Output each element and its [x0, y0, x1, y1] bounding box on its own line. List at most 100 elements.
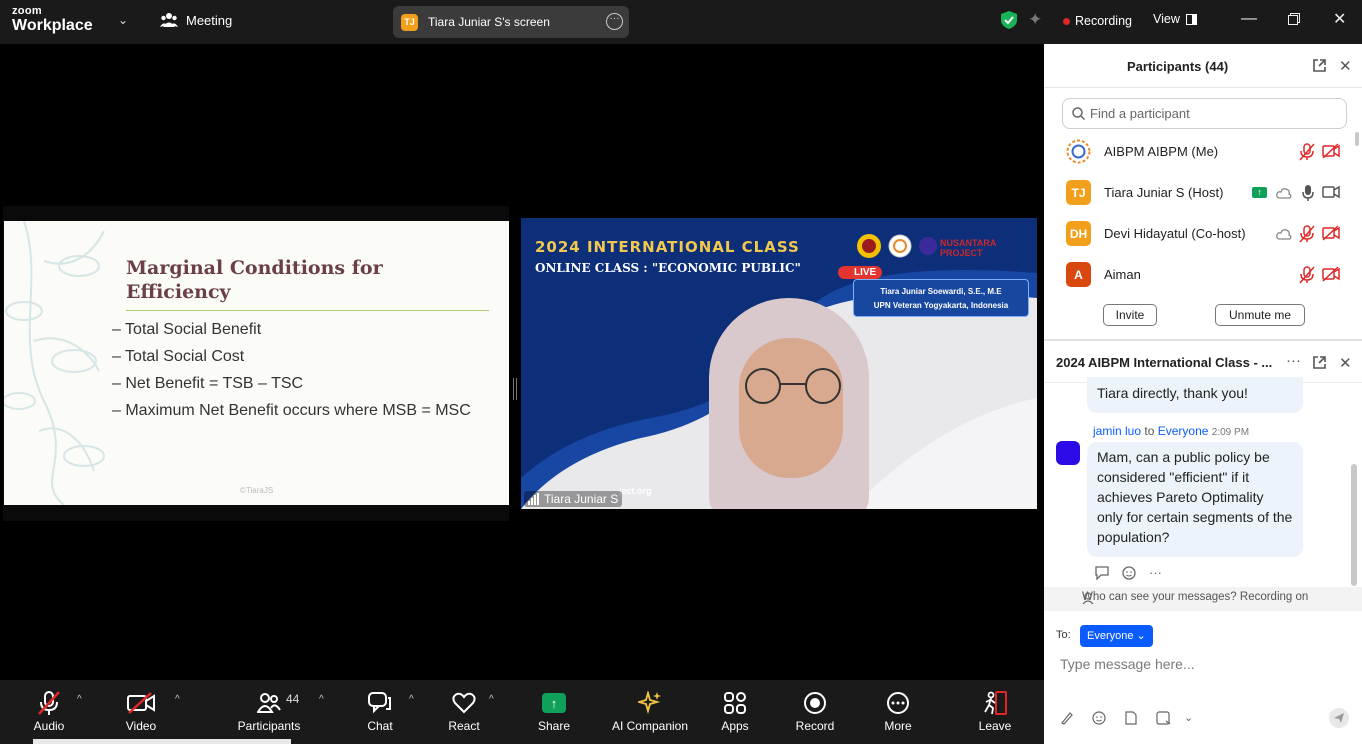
chat-message-text: Mam, can a public policy be considered "… [1097, 449, 1293, 545]
participant-name: Aiman [1104, 267, 1141, 282]
audio-options-chevron-icon[interactable]: ^ [77, 694, 82, 705]
speaker-video[interactable]: 2024 INTERNATIONAL CLASS ONLINE CLASS : … [521, 218, 1037, 509]
camera-off-icon[interactable] [1322, 266, 1340, 282]
signal-strength-icon [528, 493, 539, 505]
camera-off-icon[interactable] [1322, 143, 1340, 159]
unmute-me-button[interactable]: Unmute me [1215, 304, 1305, 326]
person-info-icon [1082, 592, 1094, 605]
participants-icon [257, 693, 281, 713]
pop-out-icon[interactable] [1312, 58, 1327, 73]
top-bar: zoom Workplace ⌄ Meeting TJ Tiara Juniar… [0, 0, 1362, 44]
camera-off-icon[interactable] [1322, 225, 1340, 241]
more-actions-icon[interactable]: ··· [1149, 565, 1162, 580]
participant-row[interactable]: A Aiman [1066, 262, 1356, 292]
slide-bullet: – Maximum Net Benefit occurs where MSB =… [112, 402, 471, 419]
send-icon[interactable] [1329, 708, 1349, 728]
zoom-logo[interactable]: zoom Workplace [12, 6, 93, 34]
camera-icon[interactable] [1322, 184, 1340, 200]
apps-label: Apps [721, 719, 749, 733]
chat-input-placeholder: Type message here... [1060, 656, 1195, 672]
record-icon [804, 692, 826, 714]
meeting-label: Meeting [186, 12, 233, 28]
more-button[interactable]: More [858, 688, 938, 733]
avatar [1056, 441, 1080, 465]
file-icon[interactable] [1125, 711, 1137, 725]
chat-icon [368, 692, 391, 714]
speaker-face [739, 338, 843, 478]
apps-button[interactable]: Apps [695, 688, 775, 733]
invite-button[interactable]: Invite [1103, 304, 1157, 326]
video-button[interactable]: Video [101, 688, 181, 733]
view-button[interactable]: View [1153, 12, 1197, 26]
mic-muted-icon[interactable] [1299, 143, 1315, 161]
share-screen-icon: ↑ [542, 693, 566, 713]
slide-title-line2: Efficiency [126, 281, 231, 303]
emoji-icon[interactable] [1092, 711, 1106, 725]
video-options-chevron-icon[interactable]: ^ [175, 694, 180, 705]
sharing-screen-icon: ↑ [1252, 187, 1267, 198]
speaker-name-card: Tiara Juniar Soewardi, S.E., M.E UPN Vet… [853, 279, 1029, 317]
add-reaction-icon[interactable] [1122, 565, 1137, 580]
participant-search-input[interactable]: Find a participant [1062, 98, 1347, 129]
close-panel-icon[interactable]: ✕ [1339, 57, 1352, 75]
security-shield-icon[interactable] [1001, 11, 1017, 29]
participants-options-chevron-icon[interactable]: ^ [319, 694, 324, 705]
ai-companion-button[interactable]: AI Companion [605, 688, 695, 733]
participant-row[interactable]: DH Devi Hidayatul (Co-host) [1066, 221, 1356, 251]
screen-share-indicator[interactable]: TJ Tiara Juniar S's screen ··· [393, 6, 629, 38]
sender-name[interactable]: jamin luo [1093, 424, 1141, 438]
view-layout-icon [1185, 13, 1197, 25]
chat-message-text: Tiara directly, thank you! [1097, 385, 1248, 401]
mic-muted-icon[interactable] [1299, 225, 1315, 243]
title-underline [126, 310, 489, 311]
more-label: More [884, 719, 912, 733]
more-icon[interactable]: ··· [606, 13, 623, 30]
minimize-icon[interactable]: — [1241, 10, 1257, 28]
mic-muted-icon[interactable] [1299, 266, 1315, 284]
recording-indicator[interactable]: Recording [1063, 14, 1132, 28]
chevron-down-icon[interactable]: ⌄ [118, 13, 128, 27]
chevron-down-icon[interactable]: ⌄ [1184, 711, 1193, 724]
chat-button[interactable]: Chat [340, 688, 420, 733]
reply-icon[interactable] [1094, 565, 1110, 580]
ai-sparkle-icon[interactable]: ✦ [1028, 10, 1042, 30]
leave-button[interactable]: Leave [955, 688, 1035, 733]
participant-row[interactable]: TJ Tiara Juniar S (Host) ↑ [1066, 180, 1356, 210]
close-icon[interactable]: ✕ [1333, 9, 1346, 29]
meeting-menu-button[interactable]: Meeting [160, 12, 232, 28]
live-badge: LIVE [838, 266, 883, 279]
record-button[interactable]: Record [775, 688, 855, 733]
mic-icon[interactable] [1302, 184, 1314, 202]
chat-scrollbar[interactable] [1351, 464, 1357, 586]
format-text-icon[interactable] [1060, 711, 1074, 725]
slide-decoration [4, 221, 105, 505]
sender-to: to [1144, 424, 1155, 438]
to-label: To: [1056, 629, 1071, 641]
logo-top-text: zoom [12, 5, 42, 17]
chat-more-icon[interactable]: ··· [1286, 352, 1301, 369]
participants-header: Participants (44) ✕ [1044, 44, 1362, 88]
participants-title: Participants (44) [1127, 59, 1229, 74]
cloud-recording-icon [1276, 229, 1292, 240]
recipient-name[interactable]: Everyone [1158, 424, 1209, 438]
chat-message[interactable]: Mam, can a public policy be considered "… [1087, 442, 1303, 557]
heart-icon [452, 692, 476, 714]
react-options-chevron-icon[interactable]: ^ [489, 694, 494, 705]
participant-row[interactable]: AIBPM AIBPM (Me) [1066, 139, 1356, 169]
participants-label: Participants [237, 719, 301, 733]
pop-out-icon[interactable] [1312, 355, 1327, 370]
speaker-card-name: Tiara Juniar Soewardi, S.E., M.E [880, 287, 1002, 296]
recipient-select[interactable]: Everyone ⌄ [1080, 625, 1153, 647]
close-chat-icon[interactable]: ✕ [1339, 354, 1352, 372]
split-resize-handle[interactable] [513, 378, 517, 400]
chat-message-input[interactable]: Type message here... [1060, 656, 1195, 672]
ai-companion-label: AI Companion [611, 719, 689, 733]
participant-name: Devi Hidayatul (Co-host) [1104, 226, 1246, 241]
restore-icon[interactable] [1288, 13, 1300, 25]
cloud-recording-icon [1276, 188, 1292, 199]
slide-bullet: – Total Social Benefit [112, 321, 262, 338]
screenshot-icon[interactable] [1156, 711, 1171, 725]
chat-options-chevron-icon[interactable]: ^ [409, 694, 414, 705]
share-button[interactable]: ↑ Share [514, 688, 594, 733]
people-icon [160, 13, 178, 27]
